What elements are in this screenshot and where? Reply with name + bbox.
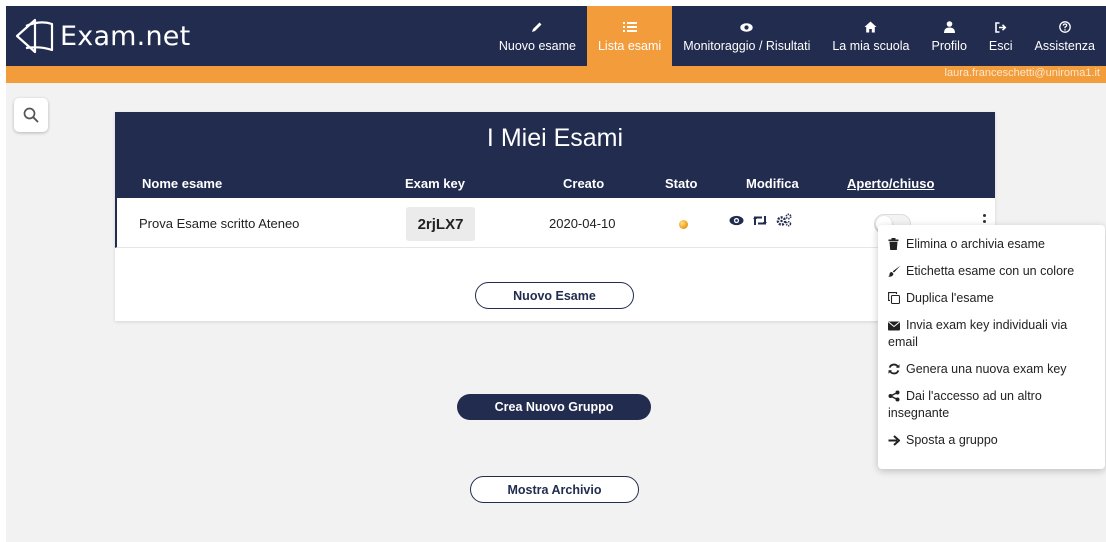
exam-name[interactable]: Prova Esame scritto Ateneo bbox=[139, 216, 299, 231]
exam-options-menu: Elimina o archivia esame Etichetta esame… bbox=[878, 225, 1105, 469]
nav-label: Nuovo esame bbox=[498, 39, 576, 53]
main-nav: Nuovo esame Lista esami Monitoraggio / R… bbox=[488, 6, 1106, 66]
exam-created-date: 2020-04-10 bbox=[549, 216, 616, 231]
menu-item-move-to-group[interactable]: Sposta a gruppo bbox=[878, 432, 1105, 449]
exam-key-badge: 2rjLX7 bbox=[406, 207, 475, 241]
help-icon bbox=[1058, 19, 1071, 35]
edit-actions bbox=[729, 213, 792, 227]
list-icon bbox=[622, 19, 637, 35]
page-title: I Miei Esami bbox=[486, 124, 624, 152]
gears-icon[interactable] bbox=[776, 213, 792, 227]
exams-panel: I Miei Esami Nome esame Exam key Creato … bbox=[115, 112, 995, 321]
copy-icon bbox=[888, 292, 901, 304]
menu-item-label: Etichetta esame con un colore bbox=[906, 264, 1075, 278]
menu-item-label: Genera una nuova exam key bbox=[906, 362, 1067, 376]
nav-label: La mia scuola bbox=[832, 39, 910, 53]
top-navbar: Exam.net Nuovo esame Lista esami Monitor… bbox=[6, 6, 1106, 66]
nav-label: Esci bbox=[988, 39, 1013, 53]
menu-item-label: Duplica l'esame bbox=[906, 291, 994, 305]
eye-icon[interactable] bbox=[729, 215, 744, 226]
column-header-name[interactable]: Nome esame bbox=[142, 176, 222, 191]
menu-item-email-keys[interactable]: Invia exam key individuali via email bbox=[878, 317, 1105, 351]
envelope-icon bbox=[888, 321, 901, 331]
app-frame: Exam.net Nuovo esame Lista esami Monitor… bbox=[6, 6, 1106, 542]
home-icon bbox=[864, 19, 877, 35]
user-email: laura.franceschetti@uniroma1.it bbox=[944, 67, 1100, 79]
paintbrush-icon bbox=[888, 265, 901, 277]
nav-label: Monitoraggio / Risultati bbox=[683, 39, 811, 53]
nav-monitoring[interactable]: Monitoraggio / Risultati bbox=[672, 6, 821, 66]
new-exam-button[interactable]: Nuovo Esame bbox=[475, 282, 634, 309]
menu-item-label: Sposta a gruppo bbox=[906, 433, 998, 447]
column-header-key[interactable]: Exam key bbox=[405, 176, 465, 191]
nav-exam-list[interactable]: Lista esami bbox=[586, 6, 673, 66]
arrow-right-icon bbox=[888, 435, 901, 446]
user-bar: laura.franceschetti@uniroma1.it bbox=[6, 66, 1106, 83]
column-header-status[interactable]: Stato bbox=[665, 176, 698, 191]
menu-item-regenerate-key[interactable]: Genera una nuova exam key bbox=[878, 361, 1105, 378]
menu-item-share-access[interactable]: Dai l'accesso ad un altro insegnante bbox=[878, 388, 1105, 422]
table-row: Prova Esame scritto Ateneo 2rjLX7 2020-0… bbox=[115, 198, 995, 248]
user-icon bbox=[943, 19, 955, 35]
nav-label: Profilo bbox=[931, 39, 967, 53]
search-icon bbox=[23, 107, 39, 123]
menu-item-color-label[interactable]: Etichetta esame con un colore bbox=[878, 263, 1105, 280]
menu-item-duplicate[interactable]: Duplica l'esame bbox=[878, 290, 1105, 307]
column-header-edit[interactable]: Modifica bbox=[746, 176, 799, 191]
nav-label: Lista esami bbox=[597, 39, 662, 53]
menu-item-label: Dai l'accesso ad un altro insegnante bbox=[888, 389, 1042, 420]
menu-item-label: Elimina o archivia esame bbox=[906, 237, 1045, 251]
retweet-icon[interactable] bbox=[752, 214, 768, 227]
trash-icon bbox=[888, 238, 901, 250]
nav-new-exam[interactable]: Nuovo esame bbox=[488, 6, 587, 66]
menu-item-label: Invia exam key individuali via email bbox=[888, 318, 1068, 349]
refresh-icon bbox=[888, 363, 901, 375]
create-group-button[interactable]: Crea Nuovo Gruppo bbox=[457, 394, 651, 420]
menu-item-delete-archive[interactable]: Elimina o archivia esame bbox=[878, 236, 1105, 253]
brand-logo[interactable]: Exam.net bbox=[14, 12, 190, 60]
status-in-progress-icon bbox=[679, 220, 688, 229]
nav-label: Assistenza bbox=[1034, 39, 1095, 53]
share-icon bbox=[888, 390, 901, 402]
nav-my-school[interactable]: La mia scuola bbox=[821, 6, 920, 66]
sign-out-icon bbox=[994, 19, 1007, 35]
nav-logout[interactable]: Esci bbox=[978, 6, 1024, 66]
eye-icon bbox=[740, 19, 753, 35]
column-header-created[interactable]: Creato bbox=[563, 176, 604, 191]
logo-mark-icon bbox=[15, 18, 54, 54]
nav-profile[interactable]: Profilo bbox=[920, 6, 977, 66]
brand-name: Exam.net bbox=[60, 20, 191, 52]
show-archive-button[interactable]: Mostra Archivio bbox=[470, 476, 639, 503]
pencil-icon bbox=[531, 19, 543, 35]
column-header-open-closed[interactable]: Aperto/chiuso bbox=[847, 176, 934, 191]
exam-key: 2rjLX7 bbox=[417, 215, 464, 233]
exams-panel-header: I Miei Esami Nome esame Exam key Creato … bbox=[115, 112, 995, 198]
search-button[interactable] bbox=[14, 98, 48, 132]
nav-help[interactable]: Assistenza bbox=[1024, 6, 1106, 66]
